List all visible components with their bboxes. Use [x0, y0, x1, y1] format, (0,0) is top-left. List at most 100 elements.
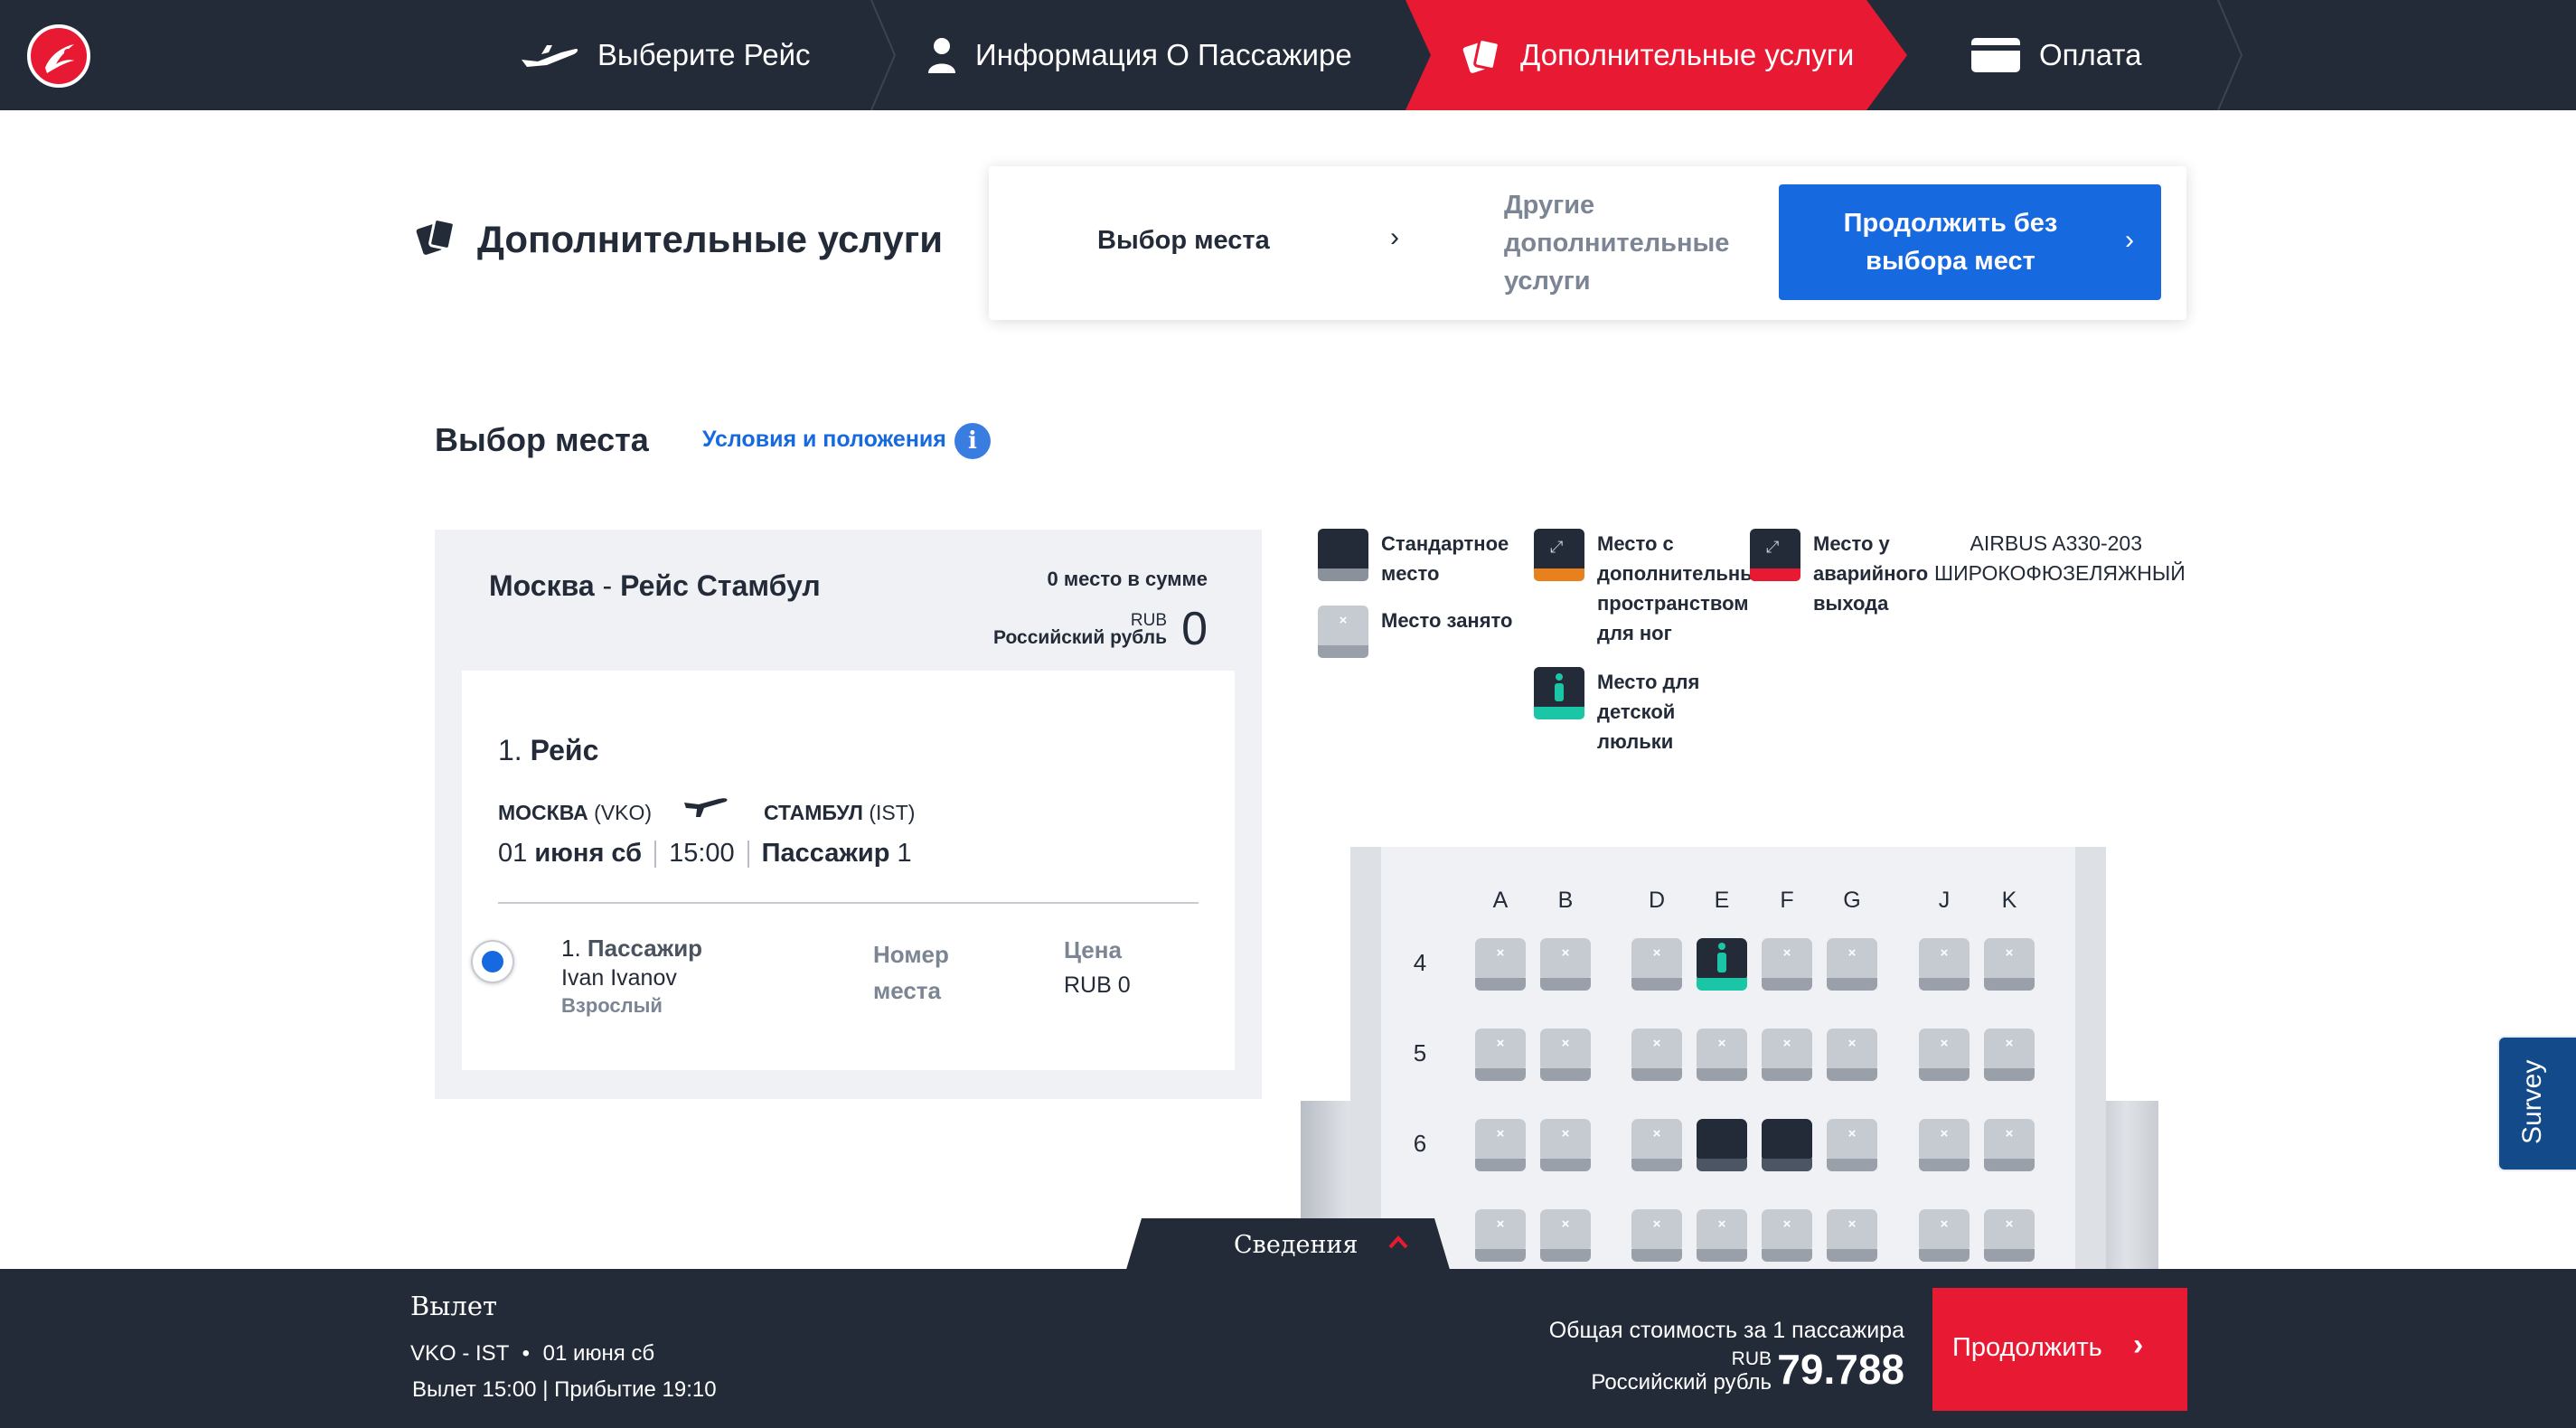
step-label: Дополнительные услуги	[1520, 38, 1855, 71]
departure-route: VKO - IST • 01 июня сб	[410, 1341, 654, 1367]
standard-seat-icon	[1318, 529, 1368, 581]
seat-nextK-occupied: ×	[1984, 1209, 2035, 1262]
total-price: 79.788	[1777, 1346, 1904, 1393]
price-value: RUB 0	[1064, 972, 1131, 998]
cabin-wall-right	[2075, 847, 2106, 1272]
seat-4E-baby[interactable]	[1697, 938, 1747, 991]
chevron-right-icon: ›	[2133, 1328, 2144, 1362]
stepper-other-services[interactable]: Другие дополнительные услуги	[1504, 186, 1739, 300]
seat-nextB-occupied: ×	[1540, 1209, 1591, 1262]
departure-title: Вылет	[410, 1291, 498, 1321]
route-separator: -	[594, 569, 621, 602]
divider	[747, 840, 749, 868]
seat-row-label: 6	[1413, 1130, 1427, 1157]
seat-5B-occupied: ×	[1540, 1029, 1591, 1081]
price-label: Цена	[1064, 936, 1122, 963]
plane-icon	[520, 40, 579, 70]
step-separator	[2217, 0, 2243, 110]
details-toggle[interactable]: Сведения	[1125, 1218, 1451, 1273]
seat-6F-available[interactable]	[1762, 1119, 1812, 1171]
passenger-index: 1.	[561, 935, 581, 962]
passenger-label: Пассажир	[761, 839, 890, 868]
seat-6D-occupied: ×	[1631, 1119, 1682, 1171]
seat-6E-available[interactable]	[1697, 1119, 1747, 1171]
seats-summary: 0 место в сумме	[1047, 568, 1208, 590]
step-extra-services[interactable]: Дополнительные услуги	[1462, 0, 1854, 110]
continue-button[interactable]: Продолжить ›	[1932, 1288, 2187, 1411]
seat-6J-occupied: ×	[1919, 1119, 1970, 1171]
seat-number-label: Номер места	[873, 941, 949, 1004]
extra-legroom-seat-icon: ⤢	[1534, 529, 1584, 581]
survey-tab[interactable]: Survey	[2497, 1036, 2576, 1171]
seat-6B-occupied: ×	[1540, 1119, 1591, 1171]
date-month-weekday: июня сб	[534, 839, 643, 868]
seat-row-label: 5	[1413, 1039, 1427, 1066]
card-icon	[1970, 37, 2021, 73]
seat-4K-occupied: ×	[1984, 938, 2035, 991]
passenger-label: Пассажир	[587, 935, 703, 962]
chevron-right-icon: ›	[2125, 225, 2134, 255]
flight-label: Рейс	[530, 734, 599, 766]
seat-5E-occupied: ×	[1697, 1029, 1747, 1081]
passenger-radio[interactable]	[471, 940, 514, 983]
seat-column-label: G	[1843, 888, 1861, 913]
continue-without-seats-button[interactable]: Продолжить без выбора мест ›	[1779, 184, 2161, 300]
step-payment[interactable]: Оплата	[1970, 0, 2142, 110]
cards-icon	[1462, 37, 1502, 73]
plane-icon	[682, 794, 731, 825]
legend-label: Стандартное место	[1381, 532, 1509, 585]
step-separator	[870, 0, 897, 110]
services-stepper: Выбор места › Другие дополнительные услу…	[989, 166, 2186, 320]
route-to: Рейс Стамбул	[620, 569, 821, 602]
step-select-flight[interactable]: Выберите Рейс	[520, 0, 811, 110]
departure-arrival-times: Вылет 15:00 | Прибытие 19:10	[412, 1377, 717, 1402]
divider	[654, 840, 657, 868]
bullet: •	[522, 1341, 530, 1366]
top-navigation-bar: Выберите Рейс Информация О Пассажире Доп…	[0, 0, 2576, 110]
occupied-seat-icon: ×	[1318, 606, 1368, 658]
cabin-wall-left	[1350, 847, 1381, 1272]
currency-code: RUB	[1731, 1348, 1772, 1369]
departure-date: 01 июня сб	[542, 1341, 655, 1366]
flight-card: 1. Рейс МОСКВА (VKO) СТАМБУЛ (IST) 01 ию…	[462, 671, 1235, 1070]
legend-label: Место у аварийного выхода	[1813, 532, 1929, 615]
seat-5K-occupied: ×	[1984, 1029, 2035, 1081]
seat-column-label: E	[1714, 888, 1730, 913]
seat-4D-occupied: ×	[1631, 938, 1682, 991]
turkish-airlines-logo-icon[interactable]	[27, 24, 90, 88]
date-day: 01	[498, 839, 528, 868]
chevron-up-icon	[1387, 1233, 1409, 1255]
destination-code: (IST)	[869, 801, 916, 824]
emergency-exit-seat-icon: ⤢	[1750, 529, 1800, 581]
seat-5D-occupied: ×	[1631, 1029, 1682, 1081]
seat-4A-occupied: ×	[1475, 938, 1526, 991]
seat-5J-occupied: ×	[1919, 1029, 1970, 1081]
baby-bassinet-seat-icon	[1534, 667, 1584, 719]
step-passenger-info[interactable]: Информация О Пассажире	[926, 0, 1352, 110]
cards-icon	[416, 217, 457, 261]
flight-number: 1.	[498, 734, 522, 766]
seat-column-label: B	[1557, 888, 1574, 913]
seat-row-label: 4	[1413, 949, 1427, 976]
person-icon	[926, 37, 957, 73]
info-icon[interactable]: i	[954, 423, 991, 459]
seat-column-label: J	[1938, 888, 1951, 913]
step-label: Выберите Рейс	[597, 38, 811, 71]
seat-nextG-occupied: ×	[1827, 1209, 1877, 1262]
passenger-count: 1	[897, 839, 912, 868]
legend-emergency-exit: ⤢ Место у аварийного выхода	[1750, 529, 1931, 618]
stepper-seat-selection[interactable]: Выбор места	[1097, 226, 1270, 256]
terms-link[interactable]: Условия и положения	[702, 427, 946, 453]
origin-city: МОСКВА	[498, 801, 588, 824]
flight-panel: Москва - Рейс Стамбул 0 место в сумме RU…	[435, 530, 1262, 1099]
seat-nextA-occupied: ×	[1475, 1209, 1526, 1262]
flight-title: 1. Рейс	[498, 734, 598, 767]
legend-occupied: × Место занято	[1318, 606, 1526, 658]
seat-6A-occupied: ×	[1475, 1119, 1526, 1171]
seat-6K-occupied: ×	[1984, 1119, 2035, 1171]
seat-nextD-occupied: ×	[1631, 1209, 1682, 1262]
aircraft-type: AIRBUS A330-203 ШИРОКОФЮЗЕЛЯЖНЫЙ	[1934, 531, 2186, 585]
destination: СТАМБУЛ (IST)	[764, 801, 915, 825]
legend-label: Место для детской люльки	[1597, 671, 1700, 753]
seat-column-label: D	[1648, 888, 1666, 913]
